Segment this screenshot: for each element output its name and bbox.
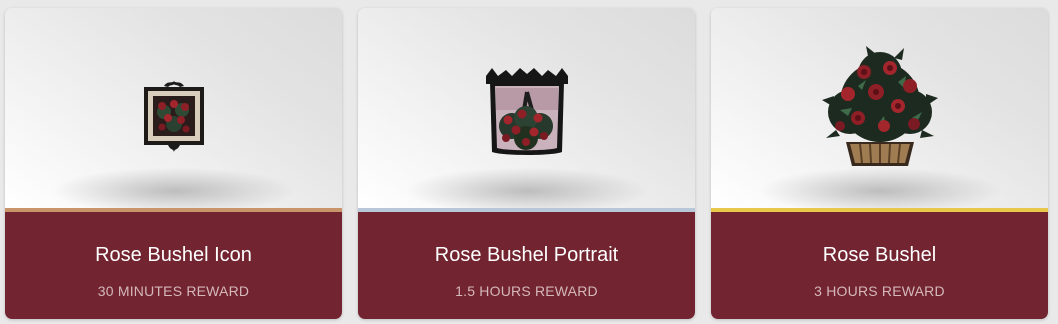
reward-duration: 30 MINUTES REWARD [97,283,250,299]
reward-card-rose-bushel-portrait[interactable]: Rose Bushel Portrait 1.5 HOURS REWARD [358,8,695,319]
reward-footer: Rose Bushel Portrait 1.5 HOURS REWARD [358,212,695,319]
reward-card-row: Rose Bushel Icon 30 MINUTES REWARD Rose … [0,0,1058,324]
rose-bush-icon [821,46,938,166]
rose-portrait-icon [485,68,568,155]
reward-preview [711,8,1048,214]
reward-title: Rose Bushel [822,244,937,266]
reward-preview [5,8,342,214]
reward-footer: Rose Bushel 3 HOURS REWARD [711,212,1048,319]
reward-card-rose-bushel-icon[interactable]: Rose Bushel Icon 30 MINUTES REWARD [5,8,342,319]
reward-preview [358,8,695,214]
framed-rose-icon [143,81,204,152]
reward-footer: Rose Bushel Icon 30 MINUTES REWARD [5,212,342,319]
reward-title: Rose Bushel Portrait [434,244,619,266]
reward-title: Rose Bushel Icon [95,244,252,266]
reward-card-rose-bushel[interactable]: Rose Bushel 3 HOURS REWARD [711,8,1048,319]
reward-duration: 1.5 HOURS REWARD [455,283,598,299]
reward-duration: 3 HOURS REWARD [814,283,945,299]
